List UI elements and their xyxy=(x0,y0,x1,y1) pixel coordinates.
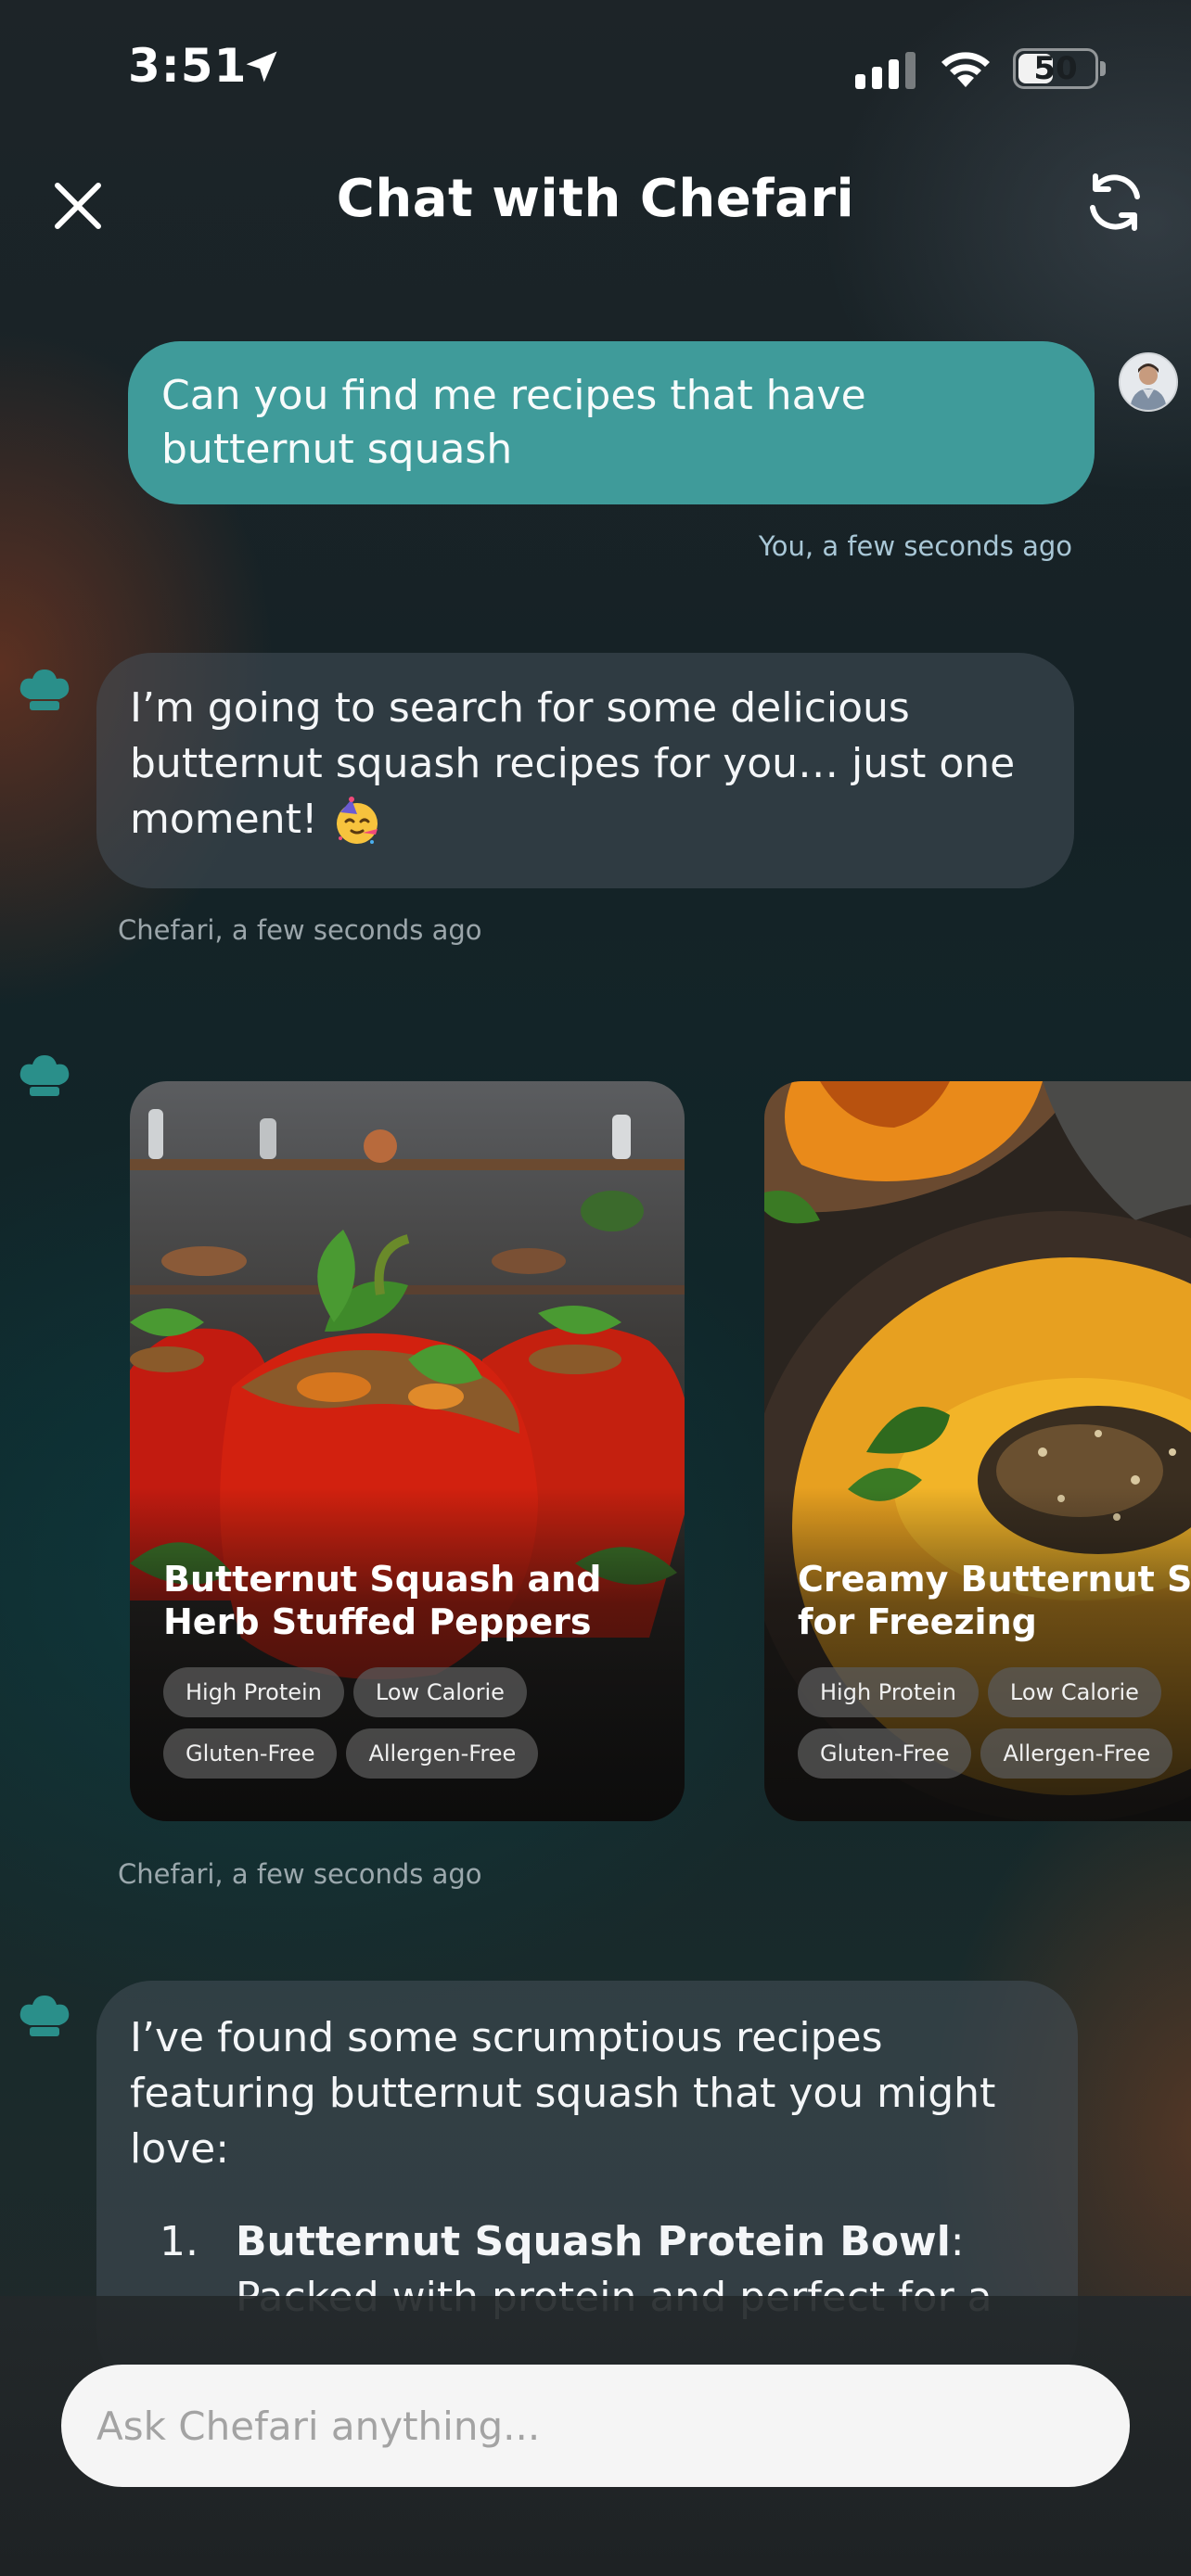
battery-percent: 50 xyxy=(1033,50,1078,87)
avatar-portrait-icon xyxy=(1121,354,1176,410)
recipe-tag: Gluten-Free xyxy=(163,1728,338,1779)
recipe-tags: High Protein Low Calorie Gluten-Free Aller… xyxy=(798,1667,1191,1790)
user-message-timestamp: You, a few seconds ago xyxy=(758,530,1072,562)
party-face-emoji-icon xyxy=(336,797,378,844)
chat-input[interactable] xyxy=(61,2365,1130,2487)
assistant-message-text: I’ve found some scrumptious recipes feat… xyxy=(130,2014,996,2173)
refresh-icon[interactable] xyxy=(1080,167,1150,237)
recipe-tag: High Protein xyxy=(798,1667,979,1717)
list-item-colon: : xyxy=(950,2218,965,2265)
recipe-carousel[interactable]: Butternut Squash and Herb Stuffed Pepper… xyxy=(130,1081,1191,1821)
recipe-tag: Low Calorie xyxy=(987,1667,1161,1717)
chef-hat-icon xyxy=(19,670,70,710)
recipe-card-title: Butternut Squash and Herb Stuffed Pepper… xyxy=(163,1559,602,1642)
recipe-card[interactable]: Butternut Squash and Herb Stuffed Pepper… xyxy=(130,1081,685,1821)
list-item-title[interactable]: Butternut Squash Protein Bowl xyxy=(236,2218,951,2265)
battery-nub xyxy=(1100,61,1106,76)
user-message-bubble: Can you find me recipes that have butter… xyxy=(128,341,1095,504)
status-bar: 3:51 50 xyxy=(0,0,1191,139)
assistant-message-text: I’m going to search for some delicious b… xyxy=(130,684,1016,843)
status-time: 3:51 xyxy=(128,39,248,93)
battery-indicator: 50 xyxy=(1013,48,1098,89)
recipe-tag: Allergen-Free xyxy=(346,1728,539,1779)
page-title: Chat with Chefari xyxy=(336,169,855,229)
assistant-message-timestamp: Chefari, a few seconds ago xyxy=(118,914,482,946)
recipe-tag: High Protein xyxy=(163,1667,344,1717)
cellular-signal-icon xyxy=(855,52,916,89)
location-arrow-icon xyxy=(246,51,277,83)
recipe-tag: Allergen-Free xyxy=(980,1728,1173,1779)
composer-bar xyxy=(0,2296,1191,2576)
chat-header: Chat with Chefari xyxy=(0,148,1191,250)
recipe-card[interactable]: Creamy Butternut Squash Soup for Freezin… xyxy=(764,1081,1191,1821)
assistant-message-bubble: I’m going to search for some delicious b… xyxy=(96,653,1074,888)
recipe-tag: Gluten-Free xyxy=(798,1728,972,1779)
avatar[interactable] xyxy=(1119,352,1178,412)
chef-hat-icon xyxy=(19,1996,70,2036)
chef-hat-icon xyxy=(19,1055,70,1096)
recipe-tag: Low Calorie xyxy=(352,1667,527,1717)
recipe-card-title: Creamy Butternut Squash Soup for Freezin… xyxy=(798,1559,1191,1642)
recipe-tags: High Protein Low Calorie Gluten-Free Aller… xyxy=(163,1667,646,1790)
carousel-timestamp: Chefari, a few seconds ago xyxy=(118,1858,482,1890)
wifi-icon xyxy=(941,52,990,87)
